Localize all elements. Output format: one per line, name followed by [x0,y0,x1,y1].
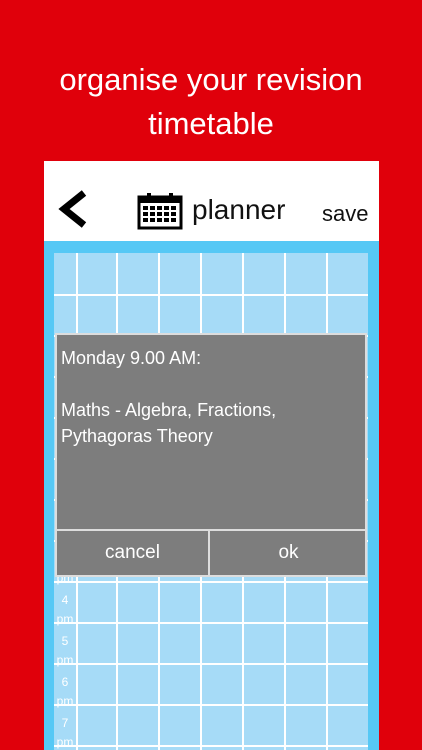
back-button[interactable] [54,187,94,231]
promo-headline: organise your revision timetable [0,58,422,146]
dialog-heading: Monday 9.00 AM: [61,348,202,368]
dialog-message[interactable]: Monday 9.00 AM: Maths - Algebra, Fractio… [61,345,361,449]
time-label-5pm: 5 pm [56,634,74,667]
dialog-button-row: cancel ok [57,529,365,575]
time-label-7pm: 7 pm [56,716,74,749]
nav-bar: planner save [44,161,379,241]
time-label-6pm: 6 pm [56,675,74,708]
grid-line [54,294,368,296]
grid-line [54,745,368,747]
phone-screen: planner save 2pm [44,161,379,750]
page-title: planner [192,194,286,225]
grid-line [54,663,368,665]
grid-line [54,622,368,624]
grid-line [54,581,368,583]
dialog-body: Maths - Algebra, Fractions, Pythagoras T… [61,400,277,446]
promo-line-2: timetable [148,106,274,141]
time-label-4pm: 4 pm [56,593,74,626]
save-button[interactable]: save [322,201,368,227]
cancel-button[interactable]: cancel [57,531,210,575]
grid-line [54,704,368,706]
chevron-left-icon [58,190,87,228]
edit-slot-dialog: Monday 9.00 AM: Maths - Algebra, Fractio… [55,333,367,577]
calendar-icon [137,193,183,230]
timetable-frame: 2pm 3pm 4pm 5pm 6pm 7pm Monday 9.00 AM: … [44,241,379,750]
promo-line-1: organise your revision [59,62,363,97]
ok-button[interactable]: ok [212,531,365,575]
